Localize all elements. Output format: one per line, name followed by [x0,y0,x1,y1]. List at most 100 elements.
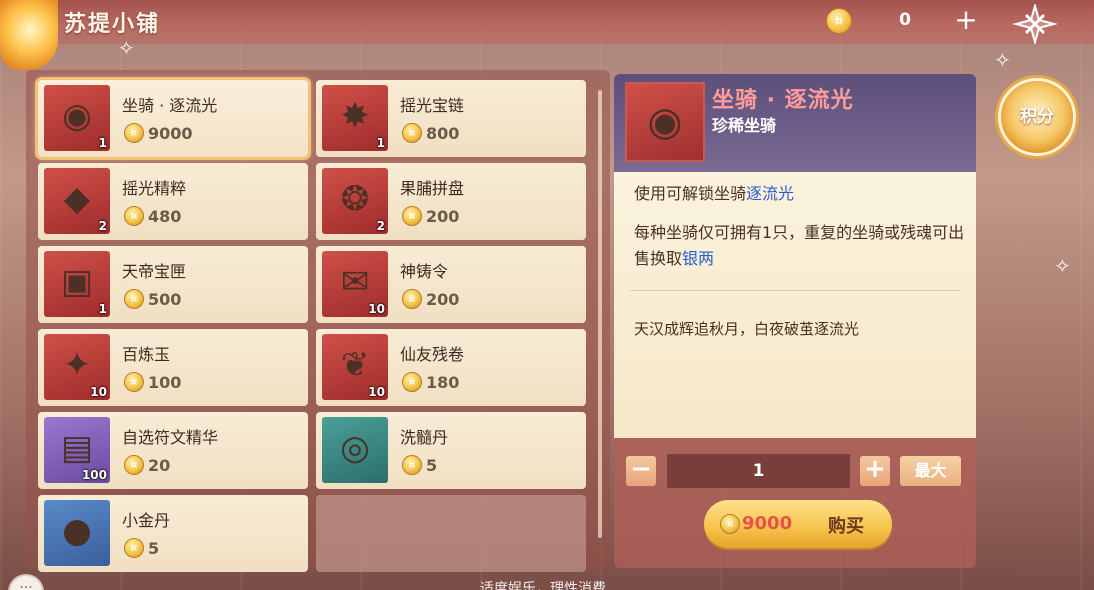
item-price: ¤ 100 [124,372,181,392]
shop-item-card[interactable]: ▣ 1 天帝宝匣 ¤ 500 [38,246,308,323]
item-quantity: 1 [98,136,107,150]
shop-item-card[interactable]: ◆ 2 摇光精粹 ¤ 480 [38,163,308,240]
shop-item-card[interactable]: ▤ 100 自选符文精华 ¤ 20 [38,412,308,489]
bird-decoration-icon: ✧ [994,48,1011,72]
item-price: ¤ 200 [402,289,459,309]
item-thumbnail: ● [44,500,110,566]
increase-quantity-button[interactable]: + [860,456,890,486]
lantern-icon [0,0,58,70]
item-quantity: 2 [98,219,107,233]
coin-icon: ¤ [124,372,144,392]
decrease-quantity-button[interactable]: − [626,456,656,486]
item-quantity: 2 [376,219,385,233]
item-quantity: 100 [81,468,107,482]
item-price-value: 9000 [148,123,193,143]
item-name: 果脯拼盘 [400,179,465,198]
quantity-input[interactable]: 1 [667,454,850,488]
shop-item-card[interactable]: ✦ 10 百炼玉 ¤ 100 [38,329,308,406]
item-price: ¤ 500 [124,289,181,309]
item-quantity: 1 [376,136,385,150]
item-name: 坐骑 · 逐流光 [122,96,218,115]
item-list-scrollbar[interactable] [598,90,602,538]
item-thumbnail: ◉ 1 [44,85,110,151]
item-thumbnail: ▤ 100 [44,417,110,483]
coin-icon: ¤ [124,455,144,475]
item-price: ¤ 180 [402,372,459,392]
usage-text: 使用可解锁坐骑逐流光 [634,184,795,203]
item-price: ¤ 480 [124,206,181,226]
item-thumbnail: ✉ 10 [322,251,388,317]
item-name: 神铸令 [400,262,449,281]
item-price: ¤ 800 [402,123,459,143]
mount-icon: ◉ [625,82,705,162]
item-thumbnail: ◎ [322,417,388,483]
divider [630,290,960,291]
coin-icon: ¤ [402,455,422,475]
item-name: 小金丹 [122,511,171,530]
item-name: 仙友残卷 [400,345,465,364]
max-quantity-button[interactable]: 最大 [900,456,961,486]
silver-link[interactable]: 银两 [682,249,714,268]
coin-icon: ¤ [826,8,852,34]
empty-slot [316,495,586,572]
flavor-text: 天汉成辉追秋月，白夜破茧逐流光 [634,320,860,338]
gold-pill-icon: ● [62,511,92,551]
add-currency-button[interactable]: + [954,6,978,35]
shop-item-card[interactable]: ✉ 10 神铸令 ¤ 200 [316,246,586,323]
item-list-panel: ◉ 1 坐骑 · 逐流光 ¤ 9000 ✸ 1 摇光宝链 ¤ 800 ◆ 2 摇光精粹 ¤ 480 ❂ 2 果脯拼… [26,70,610,572]
shop-item-card[interactable]: ✸ 1 摇光宝链 ¤ 800 [316,80,586,157]
item-quantity: 10 [368,385,385,399]
coin-icon: ¤ [124,538,144,558]
shop-item-card[interactable]: ◉ 1 坐骑 · 逐流光 ¤ 9000 [38,80,308,157]
shop-item-card[interactable]: ❦ 10 仙友残卷 ¤ 180 [316,329,586,406]
bird-decoration-icon: ✧ [1054,254,1071,278]
shop-item-card[interactable]: ● 小金丹 ¤ 5 [38,495,308,572]
item-price: ¤ 5 [124,538,159,558]
coin-icon: ¤ [124,206,144,226]
close-button[interactable] [1012,2,1058,46]
mount-link[interactable]: 逐流光 [746,184,794,203]
detail-item-name: 坐骑 · 逐流光 [712,88,854,113]
item-quantity: 10 [368,302,385,316]
pill-icon: ◎ [340,428,370,468]
item-name: 摇光精粹 [122,179,187,198]
shop-item-card[interactable]: ◎ 洗髓丹 ¤ 5 [316,412,586,489]
shop-item-card[interactable]: ❂ 2 果脯拼盘 ¤ 200 [316,163,586,240]
coin-icon: ¤ [402,372,422,392]
item-price-value: 20 [148,455,171,475]
coin-icon: ¤ [720,514,740,534]
item-quantity: 10 [90,385,107,399]
footer-notice: 适度娱乐，理性消费 [480,581,606,590]
buy-label: 购买 [828,516,864,537]
item-thumbnail: ▣ 1 [44,251,110,317]
item-price: ¤ 200 [402,206,459,226]
detail-panel: ◉ 坐骑 · 逐流光 珍稀坐骑 使用可解锁坐骑逐流光 每种坐骑仅可拥有1只，重复… [614,74,976,568]
item-thumbnail: ✦ 10 [44,334,110,400]
buy-price: 9000 [742,513,793,534]
item-name: 摇光宝链 [400,96,465,115]
quantity-stepper: − 1 + 最大 [614,452,976,492]
item-name: 天帝宝匣 [122,262,187,281]
item-price-value: 100 [148,372,182,392]
item-price: ¤ 5 [402,455,437,475]
coin-icon: ¤ [124,123,144,143]
points-button[interactable]: 积分 [998,78,1076,156]
coin-icon: ¤ [402,123,422,143]
buy-button[interactable]: ¤ 9000 购买 [704,500,892,548]
rule-text: 每种坐骑仅可拥有1只，重复的坐骑或残魂可出售换取银两 [634,223,965,268]
detail-description: 使用可解锁坐骑逐流光 每种坐骑仅可拥有1只，重复的坐骑或残魂可出售换取银两 天汉… [614,172,976,438]
item-price-value: 800 [426,123,460,143]
item-price: ¤ 9000 [124,123,193,143]
points-label: 积分 [1020,107,1054,127]
bird-decoration-icon: ✧ [118,36,135,60]
item-price: ¤ 20 [124,455,170,475]
item-thumbnail: ✸ 1 [322,85,388,151]
item-thumbnail: ❂ 2 [322,168,388,234]
item-price-value: 500 [148,289,182,309]
item-price-value: 200 [426,289,460,309]
item-price-value: 200 [426,206,460,226]
item-thumbnail: ◆ 2 [44,168,110,234]
item-price-value: 180 [426,372,460,392]
item-name: 洗髓丹 [400,428,449,447]
close-icon [1012,2,1058,46]
